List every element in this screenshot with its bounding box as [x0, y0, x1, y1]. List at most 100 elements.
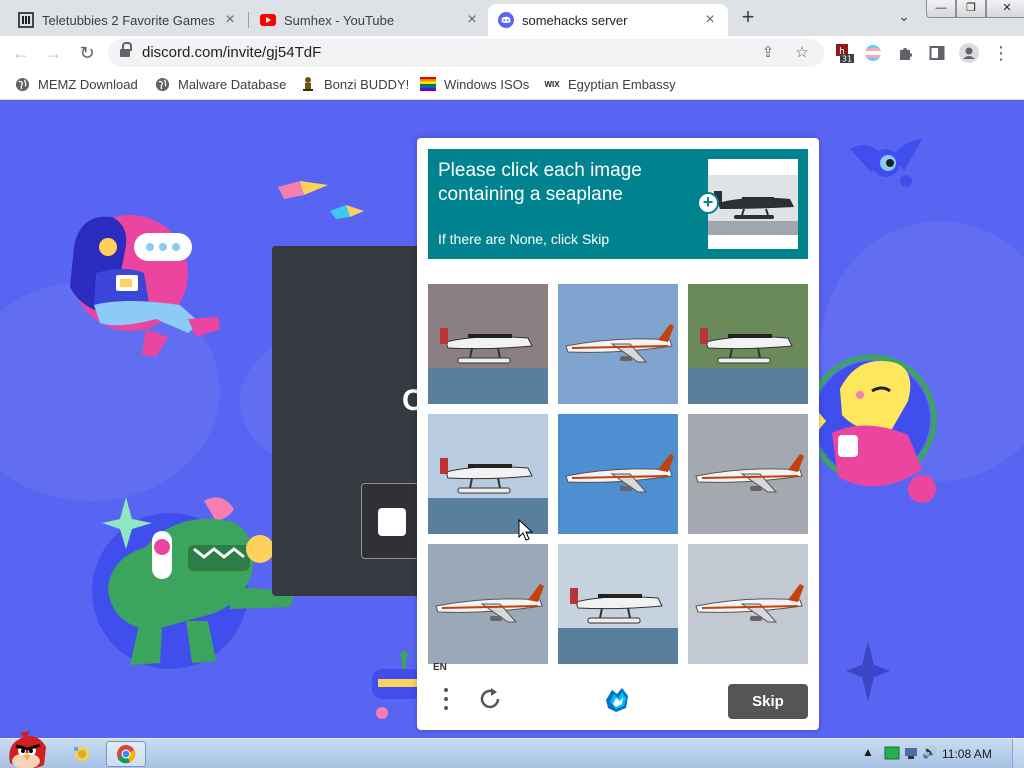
bookmark-label: MEMZ Download — [38, 76, 138, 92]
bookmark-windows-isos[interactable]: Windows ISOs — [420, 76, 529, 92]
new-tab-icon[interactable]: + — [736, 6, 760, 30]
captcha-image-tile[interactable] — [428, 544, 548, 664]
captcha-image-tile[interactable] — [688, 284, 808, 404]
close-window-button[interactable]: ✕ — [986, 0, 1024, 18]
seaplane-image — [428, 414, 548, 534]
star-icon[interactable]: ☆ — [792, 43, 812, 63]
seaplane-image — [688, 284, 808, 404]
close-icon[interactable]: × — [464, 12, 480, 28]
library-icon — [18, 12, 34, 28]
browser-toolbar: ← → ↻ discord.com/invite/gj54TdF ⇪ ☆ h 31… — [0, 36, 1024, 70]
yellow-character-illustration — [812, 354, 937, 503]
rainbow-flag-icon — [420, 76, 436, 92]
airliner-image — [558, 284, 678, 404]
bonzi-icon — [300, 76, 316, 92]
menu-kebab-icon[interactable]: ⋮ — [990, 42, 1012, 64]
network-icon[interactable] — [904, 746, 918, 763]
lock-icon — [120, 42, 132, 58]
reload-icon[interactable]: ↻ — [74, 40, 100, 66]
globe-icon — [14, 76, 30, 92]
start-button[interactable] — [4, 729, 48, 768]
robot-illustration — [372, 651, 422, 719]
airliner-image — [428, 544, 548, 664]
bookmark-label: Windows ISOs — [444, 76, 530, 92]
discord-invite-page: C Please click each image containing a s… — [0, 101, 1024, 738]
tab-separator — [248, 12, 249, 28]
seaplane-image — [428, 284, 548, 404]
tray-expand-icon[interactable]: ▲ — [862, 745, 874, 759]
chrome-taskbar-icon[interactable] — [106, 741, 146, 767]
tab-title: Teletubbies 2 Favorite Games — [42, 12, 215, 28]
bat-creature-illustration — [850, 139, 922, 187]
volume-icon[interactable]: 🔊 — [922, 745, 937, 759]
tab-bar: Teletubbies 2 Favorite Games × Sumhex - … — [0, 0, 1024, 36]
tab-teletubbies[interactable]: Teletubbies 2 Favorite Games × — [8, 4, 248, 36]
bookmark-malware-database[interactable]: Malware Database — [154, 76, 286, 92]
window-controls: — ❐ ✕ — [926, 0, 1024, 18]
battery-icon[interactable] — [884, 746, 900, 763]
hcaptcha-logo-icon[interactable] — [600, 684, 634, 716]
extension-badge: 31 — [842, 55, 852, 64]
flying-book-illustration — [278, 181, 364, 219]
bookmark-egyptian-embassy[interactable]: WIX Egyptian Embassy — [544, 76, 676, 92]
airliner-image — [558, 414, 678, 534]
tab-discord[interactable]: somehacks server × — [488, 4, 728, 36]
airliner-image — [688, 414, 808, 534]
skip-button[interactable]: Skip — [728, 684, 808, 719]
captcha-image-tile[interactable] — [428, 414, 548, 534]
sparkle-illustration — [846, 641, 890, 701]
wix-icon: WIX — [544, 79, 560, 89]
taskbar: ▲ 🔊 11:08 AM — [0, 731, 1024, 768]
captcha-image-tile[interactable] — [688, 544, 808, 664]
girl-with-laptop-illustration — [70, 215, 220, 357]
tab-youtube[interactable]: Sumhex - YouTube × — [250, 4, 490, 36]
minimize-button[interactable]: — — [926, 0, 956, 18]
captcha-challenge: Please click each image containing a sea… — [417, 138, 819, 730]
close-icon[interactable]: × — [702, 12, 718, 28]
puzzle-icon[interactable] — [895, 42, 917, 64]
bookmark-label: Malware Database — [178, 76, 287, 92]
tab-title: somehacks server — [522, 12, 628, 28]
show-desktop-button[interactable] — [1012, 739, 1024, 768]
forward-icon[interactable]: → — [40, 40, 66, 66]
restore-button[interactable]: ❐ — [956, 0, 986, 18]
expand-example-icon[interactable]: + — [697, 192, 719, 214]
captcha-image-tile[interactable] — [688, 414, 808, 534]
menu-kebab-icon[interactable] — [443, 688, 449, 710]
share-icon[interactable]: ⇪ — [758, 43, 778, 63]
bookmark-label: Bonzi BUDDY! — [324, 76, 410, 92]
bookmark-memz[interactable]: MEMZ Download — [14, 76, 138, 92]
captcha-image-tile[interactable] — [558, 284, 678, 404]
captcha-image-tile[interactable] — [558, 544, 678, 664]
captcha-image-tile[interactable] — [558, 414, 678, 534]
airliner-image — [688, 544, 808, 664]
mouse-cursor-icon — [518, 519, 534, 541]
address-bar[interactable]: discord.com/invite/gj54TdF ⇪ ☆ — [108, 39, 824, 67]
clock[interactable]: 11:08 AM — [942, 747, 992, 761]
green-monster-illustration — [92, 497, 296, 669]
discord-icon — [498, 12, 514, 28]
example-image[interactable] — [708, 159, 798, 249]
youtube-icon — [260, 12, 276, 28]
globe-icon — [154, 76, 170, 92]
bookmark-bonzi-buddy[interactable]: Bonzi BUDDY! — [300, 76, 409, 92]
bookmarks-bar: MEMZ Download Malware Database Bonzi BUD… — [0, 70, 1024, 100]
captcha-prompt: Please click each image containing a sea… — [428, 149, 808, 259]
explorer-taskbar-icon[interactable] — [62, 741, 102, 767]
url-text: discord.com/invite/gj54TdF — [142, 44, 322, 61]
calendar-extension-icon[interactable]: h 31 — [834, 42, 856, 64]
captcha-instruction: Please click each image containing a sea… — [438, 160, 642, 205]
profile-icon[interactable] — [958, 42, 980, 64]
captcha-image-tile[interactable] — [428, 284, 548, 404]
trans-flag-extension-icon[interactable] — [862, 42, 884, 64]
seaplane-image — [558, 544, 678, 664]
tab-title: Sumhex - YouTube — [284, 12, 395, 28]
tab-search-icon[interactable]: ⌄ — [894, 8, 914, 28]
captcha-subinstruction: If there are None, click Skip — [438, 231, 610, 247]
language-selector[interactable]: EN — [433, 662, 447, 673]
back-icon[interactable]: ← — [8, 40, 34, 66]
refresh-challenge-icon[interactable] — [477, 686, 503, 712]
close-icon[interactable]: × — [222, 12, 238, 28]
side-panel-icon[interactable] — [926, 42, 948, 64]
bookmark-label: Egyptian Embassy — [568, 76, 676, 92]
